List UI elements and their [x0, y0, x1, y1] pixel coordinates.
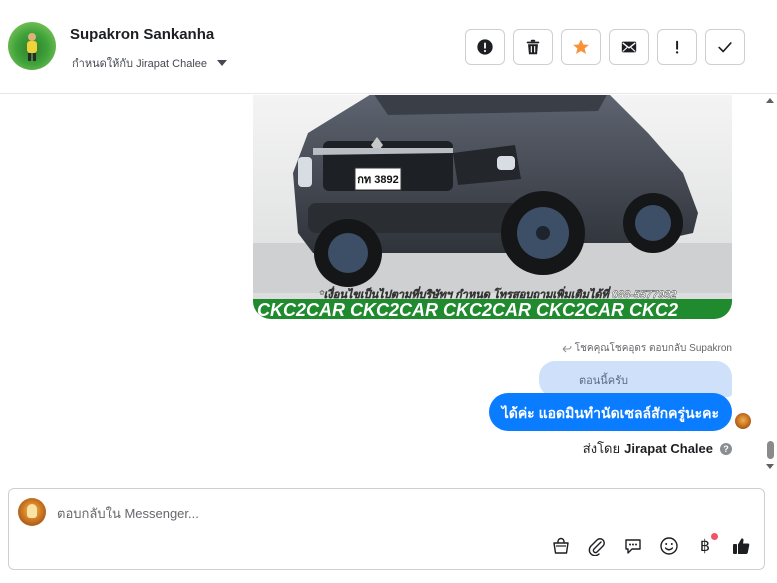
saved-replies-button[interactable]: [622, 535, 644, 557]
promo-banner: CKC2CAR CKC2CAR CKC2CAR CKC2CAR CKC2: [257, 300, 678, 319]
exclamation-icon: [675, 40, 679, 54]
star-icon: [573, 39, 589, 54]
like-button[interactable]: [730, 535, 752, 557]
important-button[interactable]: [657, 29, 697, 65]
reply-note-text: โชคคุณโชคอุดร ตอบกลับ Supakron: [574, 343, 732, 354]
message-composer: ฿: [8, 488, 765, 570]
mark-unread-button[interactable]: [609, 29, 649, 65]
envelope-icon: [621, 41, 637, 53]
caret-down-icon: [217, 60, 228, 66]
page-avatar: [18, 498, 46, 526]
scroll-up-arrow-icon[interactable]: [766, 98, 774, 103]
emoji-icon: [660, 537, 678, 555]
sent-by-line: ส่งโดย Jirapat Chalee ?: [583, 438, 732, 459]
outgoing-message-bubble[interactable]: ได้ค่ะ แอดมินทำนัดเซลล์สักครู่นะคะ: [488, 393, 732, 431]
composer-tools: ฿: [550, 533, 752, 557]
thread-scrollbar[interactable]: [763, 95, 777, 477]
sent-by-prefix: ส่งโดย: [582, 441, 621, 456]
pickup-truck-photo: กท 3892 *เงื่อนไขเป็นไปตามที่บริษัทฯ กำห…: [253, 95, 732, 319]
assign-dropdown[interactable]: กำหนดให้กับ Jirapat Chalee: [72, 54, 228, 72]
reply-note: โชคคุณโชคอุดร ตอบกลับ Supakron: [562, 341, 732, 356]
sent-by-name[interactable]: Jirapat Chalee: [624, 441, 713, 456]
emoji-button[interactable]: [658, 535, 680, 557]
license-plate: กท 3892: [357, 174, 398, 186]
conversation-header: Supakron Sankanha กำหนดให้กับ Jirapat Ch…: [0, 0, 777, 94]
contact-name[interactable]: Supakron Sankanha: [70, 26, 214, 43]
attach-button[interactable]: [586, 535, 608, 557]
follow-up-button[interactable]: [465, 29, 505, 65]
baht-icon: ฿: [699, 538, 711, 555]
question-icon[interactable]: ?: [720, 442, 732, 455]
inbox-conversation-panel: Supakron Sankanha กำหนดให้กับ Jirapat Ch…: [0, 0, 777, 583]
shop-button[interactable]: [550, 535, 572, 557]
done-button[interactable]: [705, 29, 745, 65]
star-button[interactable]: [561, 29, 601, 65]
reply-input[interactable]: [57, 503, 697, 523]
paperclip-icon: [588, 538, 605, 556]
notification-dot: [711, 533, 718, 540]
quoted-message[interactable]: ตอนนี้ครับ: [539, 361, 732, 397]
assign-label: กำหนดให้กับ Jirapat Chalee: [72, 58, 208, 70]
scroll-thumb[interactable]: [767, 441, 774, 459]
contact-avatar[interactable]: [8, 22, 56, 70]
promo-caption: *เงื่อนไขเป็นไปตามที่บริษัทฯ กำหนด โทรสอ…: [319, 286, 676, 301]
page-avatar-figure: [27, 504, 37, 518]
thumbs-up-icon: [733, 538, 750, 554]
scroll-down-arrow-icon[interactable]: [766, 464, 774, 469]
image-message[interactable]: กท 3892 *เงื่อนไขเป็นไปตามที่บริษัทฯ กำห…: [253, 95, 732, 319]
conversation-actions: [465, 29, 745, 65]
check-icon: [718, 42, 732, 53]
reply-arrow-icon: [562, 345, 572, 353]
contact-avatar-figure: [27, 33, 37, 61]
alert-circle-icon: [477, 39, 493, 55]
trash-icon: [526, 39, 540, 55]
delete-button[interactable]: [513, 29, 553, 65]
saved-reply-icon: [625, 539, 641, 554]
payment-button[interactable]: ฿: [694, 533, 718, 557]
shopping-bag-icon: [553, 537, 569, 554]
message-thread[interactable]: กท 3892 *เงื่อนไขเป็นไปตามที่บริษัทฯ กำห…: [0, 95, 777, 477]
seen-avatar: [735, 413, 751, 429]
